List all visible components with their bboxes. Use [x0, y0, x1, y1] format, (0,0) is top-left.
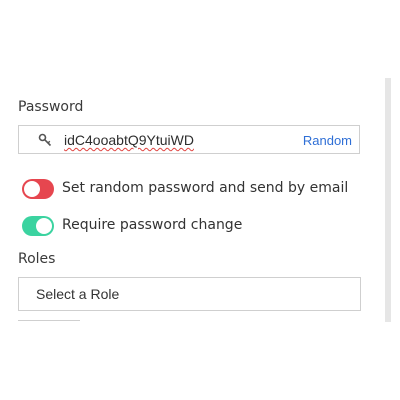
- random-password-button[interactable]: Random: [303, 133, 352, 148]
- toggle-knob: [36, 218, 52, 234]
- password-label: Password: [18, 99, 84, 115]
- random-password-email-toggle[interactable]: [22, 179, 54, 199]
- user-form-panel: Password idC4ooabtQ9YtuiWD Random Set ra…: [0, 0, 400, 400]
- toggle-knob: [24, 181, 40, 197]
- random-password-email-label: Set random password and send by email: [62, 180, 349, 196]
- password-field[interactable]: idC4ooabtQ9YtuiWD Random: [18, 125, 360, 154]
- require-password-change-toggle[interactable]: [22, 216, 54, 236]
- next-field-edge: [18, 320, 80, 321]
- role-select-placeholder: Select a Role: [36, 286, 120, 302]
- require-password-change-label: Require password change: [62, 217, 243, 233]
- scrollbar[interactable]: [385, 78, 391, 322]
- password-input[interactable]: idC4ooabtQ9YtuiWD: [64, 132, 194, 148]
- key-icon: [38, 133, 52, 147]
- roles-label: Roles: [18, 251, 56, 267]
- role-select[interactable]: Select a Role: [18, 277, 361, 311]
